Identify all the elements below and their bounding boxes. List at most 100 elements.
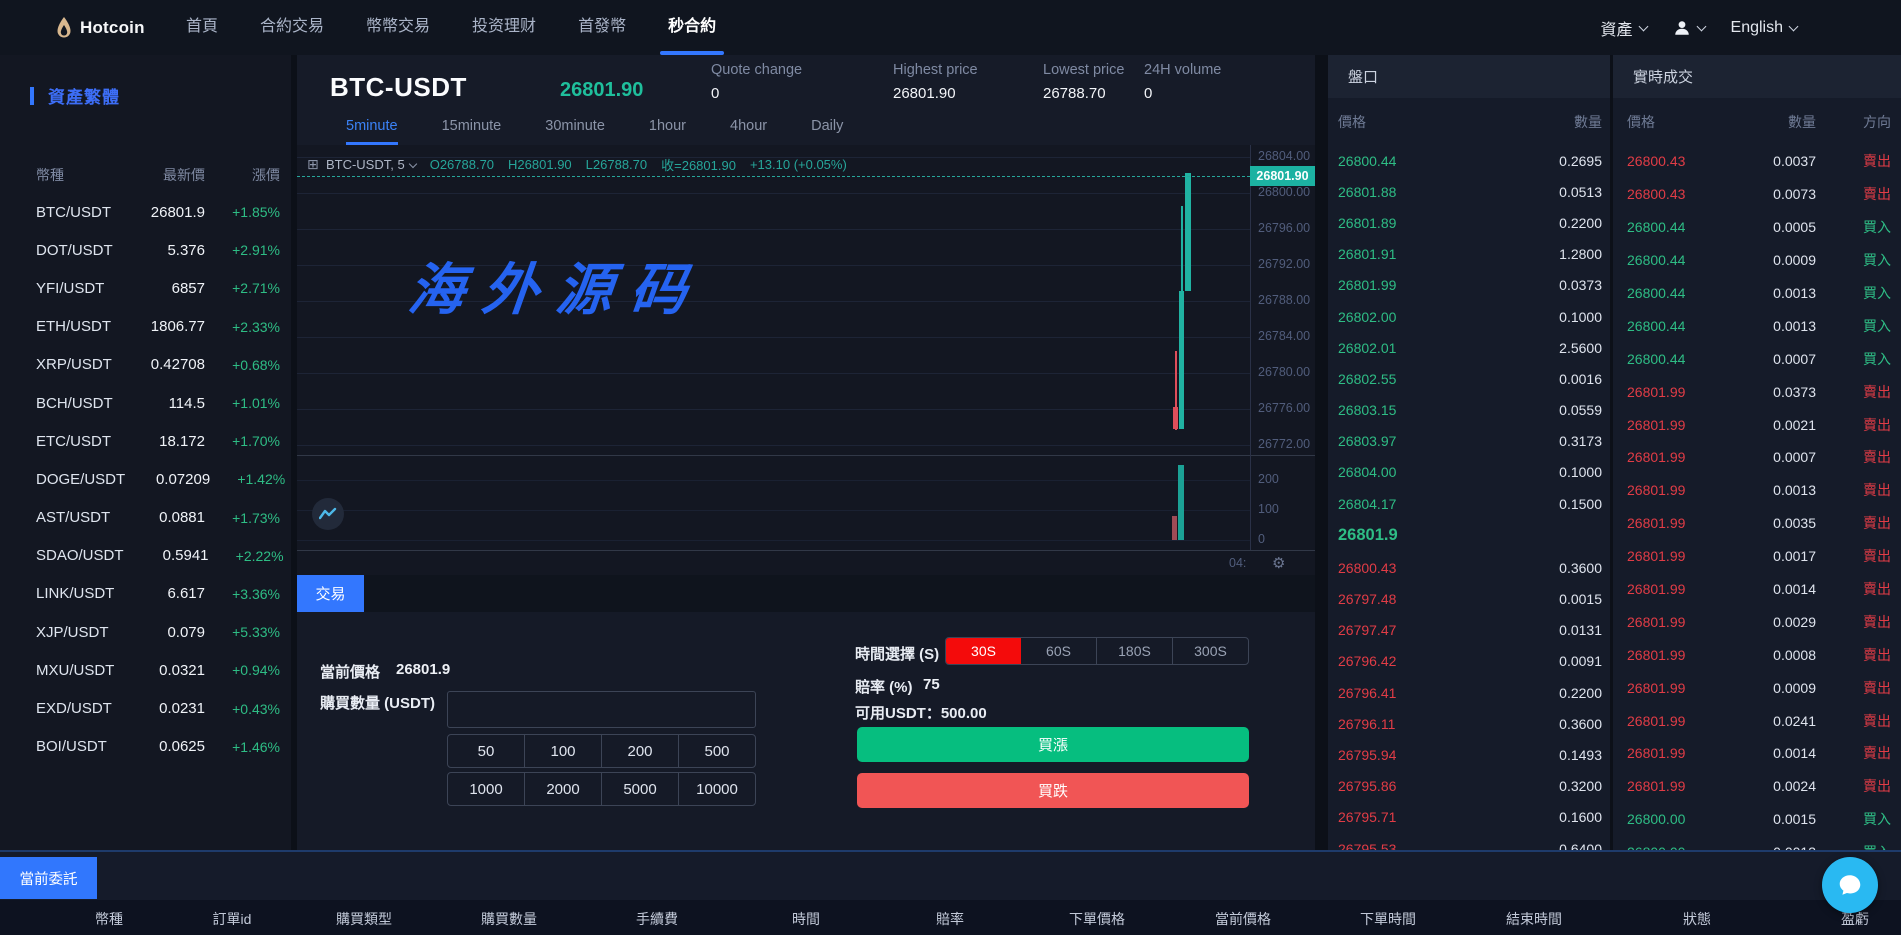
ask-row[interactable]: 26800.44 0.2695 <box>1328 145 1610 176</box>
duration-button[interactable]: 300S <box>1173 638 1248 664</box>
interval-tab[interactable]: 30minute <box>545 113 605 145</box>
trade-row[interactable]: 26801.99 0.0014 賣出 <box>1613 573 1901 606</box>
bid-row[interactable]: 26797.48 0.0015 <box>1328 583 1610 614</box>
coin-row[interactable]: SDAO/USDT 0.5941 +2.22% <box>0 537 291 575</box>
user-menu[interactable] <box>1673 19 1705 37</box>
bid-row[interactable]: 26795.71 0.1600 <box>1328 802 1610 833</box>
chart-provider-logo[interactable] <box>312 498 344 530</box>
trade-row[interactable]: 26801.99 0.0021 賣出 <box>1613 408 1901 441</box>
ask-row[interactable]: 26803.15 0.0559 <box>1328 395 1610 426</box>
trade-row[interactable]: 26801.99 0.0009 賣出 <box>1613 671 1901 704</box>
ask-row[interactable]: 26804.00 0.1000 <box>1328 457 1610 488</box>
duration-button[interactable]: 180S <box>1097 638 1173 664</box>
trade-row[interactable]: 26801.99 0.0241 賣出 <box>1613 704 1901 737</box>
preset-amount-button[interactable]: 500 <box>679 735 755 767</box>
trade-row[interactable]: 26800.44 0.0005 買入 <box>1613 211 1901 244</box>
nav-item[interactable]: 秒合約 <box>668 0 716 55</box>
ask-row[interactable]: 26801.89 0.2200 <box>1328 207 1610 238</box>
preset-amount-button[interactable]: 100 <box>525 735 602 767</box>
trade-row[interactable]: 26800.00 0.0013 買入 <box>1613 836 1901 850</box>
pane-divider[interactable] <box>297 455 1315 456</box>
coin-row[interactable]: EXD/USDT 0.0231 +0.43% <box>0 689 291 727</box>
trade-row[interactable]: 26800.44 0.0013 買入 <box>1613 309 1901 342</box>
ask-row[interactable]: 26801.91 1.2800 <box>1328 239 1610 270</box>
candlestick-chart[interactable]: 26804.0026800.0026796.0026792.0026788.00… <box>297 145 1315 575</box>
trade-row[interactable]: 26800.00 0.0015 買入 <box>1613 803 1901 836</box>
buy-down-button[interactable]: 買跌 <box>857 773 1249 808</box>
coin-row[interactable]: BCH/USDT 114.5 +1.01% <box>0 384 291 422</box>
nav-item[interactable]: 幣幣交易 <box>366 0 430 55</box>
preset-amount-button[interactable]: 200 <box>602 735 679 767</box>
bid-row[interactable]: 26795.86 0.3200 <box>1328 771 1610 802</box>
buy-up-button[interactable]: 買漲 <box>857 727 1249 762</box>
bid-row[interactable]: 26796.41 0.2200 <box>1328 677 1610 708</box>
coin-row[interactable]: XJP/USDT 0.079 +5.33% <box>0 613 291 651</box>
ask-row[interactable]: 26801.99 0.0373 <box>1328 270 1610 301</box>
trade-row[interactable]: 26801.99 0.0373 賣出 <box>1613 375 1901 408</box>
chart-type-icon[interactable]: ⊞ <box>307 156 319 172</box>
coin-row[interactable]: MXU/USDT 0.0321 +0.94% <box>0 651 291 689</box>
nav-item[interactable]: 投资理财 <box>472 0 536 55</box>
bid-row[interactable]: 26800.43 0.3600 <box>1328 552 1610 583</box>
coin-row[interactable]: YFI/USDT 6857 +2.71% <box>0 269 291 307</box>
price-axis[interactable]: 26804.0026800.0026796.0026792.0026788.00… <box>1250 145 1315 575</box>
current-orders-tab[interactable]: 當前委託 <box>0 857 97 899</box>
interval-tab[interactable]: 5minute <box>346 113 398 145</box>
bid-row[interactable]: 26795.94 0.1493 <box>1328 739 1610 770</box>
preset-amount-button[interactable]: 5000 <box>602 773 679 805</box>
ask-row[interactable]: 26802.01 2.5600 <box>1328 332 1610 363</box>
settings-gear-icon[interactable]: ⚙ <box>1272 554 1285 572</box>
interval-tab[interactable]: Daily <box>811 113 843 145</box>
interval-tab[interactable]: 4hour <box>730 113 767 145</box>
ask-row[interactable]: 26803.97 0.3173 <box>1328 426 1610 457</box>
trade-row[interactable]: 26801.99 0.0008 賣出 <box>1613 638 1901 671</box>
preset-amount-button[interactable]: 50 <box>448 735 525 767</box>
nav-item[interactable]: 首頁 <box>186 0 218 55</box>
trade-row[interactable]: 26800.43 0.0037 賣出 <box>1613 145 1901 178</box>
ask-row[interactable]: 26802.00 0.1000 <box>1328 301 1610 332</box>
trade-row[interactable]: 26801.99 0.0024 賣出 <box>1613 770 1901 803</box>
trade-row[interactable]: 26801.99 0.0013 賣出 <box>1613 474 1901 507</box>
interval-tab[interactable]: 1hour <box>649 113 686 145</box>
legend-symbol[interactable]: BTC-USDT, 5 <box>326 157 405 172</box>
coin-row[interactable]: ETC/USDT 18.172 +1.70% <box>0 422 291 460</box>
time-axis[interactable]: 04: ⚙ <box>297 551 1315 575</box>
coin-row[interactable]: DOGE/USDT 0.07209 +1.42% <box>0 460 291 498</box>
assets-menu[interactable]: 資產 <box>1601 16 1647 40</box>
interval-tab[interactable]: 15minute <box>442 113 502 145</box>
coin-row[interactable]: LINK/USDT 6.617 +3.36% <box>0 575 291 613</box>
trade-row[interactable]: 26801.99 0.0007 賣出 <box>1613 441 1901 474</box>
trade-row[interactable]: 26801.99 0.0017 賣出 <box>1613 540 1901 573</box>
coin-row[interactable]: BTC/USDT 26801.9 +1.85% <box>0 193 291 231</box>
trade-row[interactable]: 26800.44 0.0013 買入 <box>1613 277 1901 310</box>
tab-trade[interactable]: 交易 <box>297 575 364 612</box>
coin-row[interactable]: BOI/USDT 0.0625 +1.46% <box>0 728 291 766</box>
trade-row[interactable]: 26801.99 0.0014 賣出 <box>1613 737 1901 770</box>
bid-row[interactable]: 26796.11 0.3600 <box>1328 708 1610 739</box>
ask-row[interactable]: 26804.17 0.1500 <box>1328 488 1610 519</box>
preset-amount-button[interactable]: 10000 <box>679 773 755 805</box>
nav-item[interactable]: 合約交易 <box>260 0 324 55</box>
trade-row[interactable]: 26800.44 0.0009 買入 <box>1613 244 1901 277</box>
bid-row[interactable]: 26795.53 0.6400 <box>1328 833 1610 850</box>
trade-row[interactable]: 26800.43 0.0073 賣出 <box>1613 178 1901 211</box>
trade-row[interactable]: 26800.44 0.0007 買入 <box>1613 342 1901 375</box>
coin-row[interactable]: DOT/USDT 5.376 +2.91% <box>0 231 291 269</box>
logo[interactable]: Hotcoin <box>55 0 145 55</box>
bid-row[interactable]: 26796.42 0.0091 <box>1328 646 1610 677</box>
ask-row[interactable]: 26801.88 0.0513 <box>1328 176 1610 207</box>
language-menu[interactable]: English <box>1731 19 1797 37</box>
bid-row[interactable]: 26797.47 0.0131 <box>1328 615 1610 646</box>
ask-row[interactable]: 26802.55 0.0016 <box>1328 363 1610 394</box>
preset-amount-button[interactable]: 2000 <box>525 773 602 805</box>
chat-button[interactable] <box>1822 857 1878 913</box>
coin-row[interactable]: XRP/USDT 0.42708 +0.68% <box>0 346 291 384</box>
amount-input[interactable] <box>447 691 756 728</box>
trade-row[interactable]: 26801.99 0.0035 賣出 <box>1613 507 1901 540</box>
trade-row[interactable]: 26801.99 0.0029 賣出 <box>1613 605 1901 638</box>
coin-row[interactable]: ETH/USDT 1806.77 +2.33% <box>0 308 291 346</box>
coin-row[interactable]: AST/USDT 0.0881 +1.73% <box>0 499 291 537</box>
nav-item[interactable]: 首發幣 <box>578 0 626 55</box>
duration-button[interactable]: 60S <box>1021 638 1097 664</box>
duration-button[interactable]: 30S <box>946 638 1021 664</box>
